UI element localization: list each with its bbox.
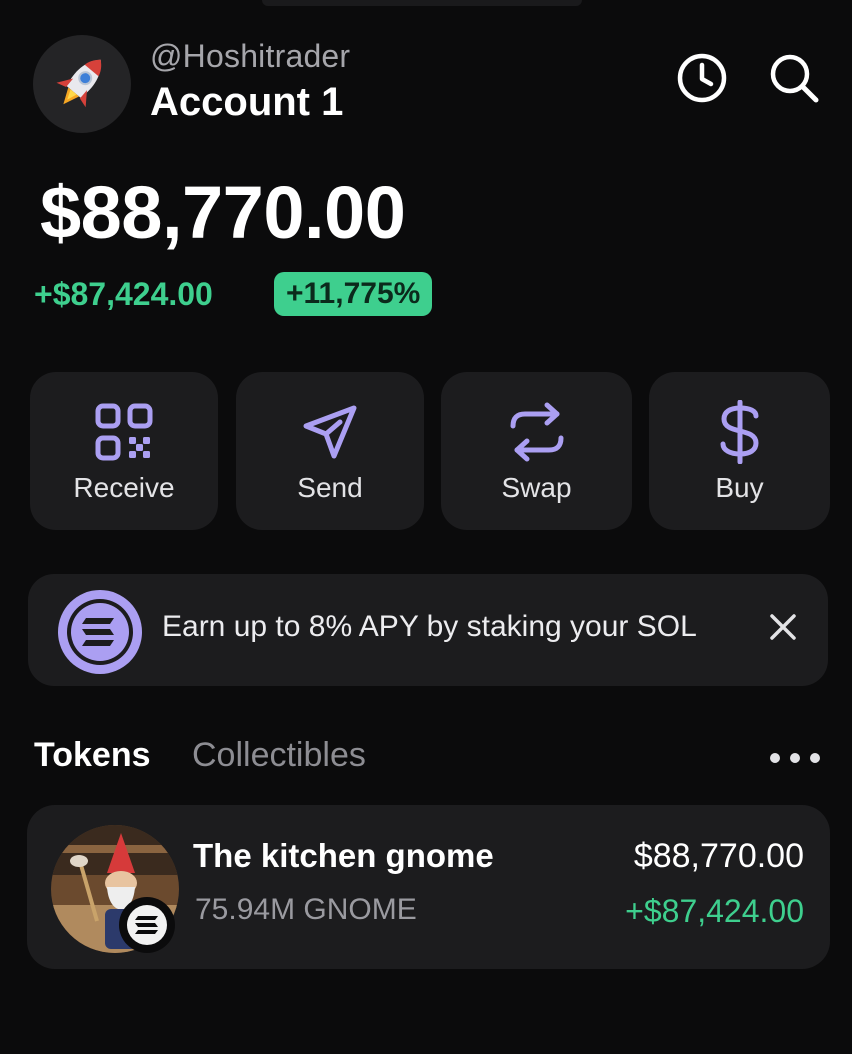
balance-change-percent-badge: +11,775% bbox=[274, 272, 433, 316]
solana-badge-icon bbox=[119, 897, 175, 953]
receive-label: Receive bbox=[73, 472, 175, 503]
search-button[interactable] bbox=[766, 52, 822, 108]
swap-label: Swap bbox=[501, 472, 572, 503]
buy-button[interactable]: Buy bbox=[649, 372, 830, 530]
device-notch bbox=[262, 0, 582, 6]
close-icon bbox=[768, 612, 798, 647]
token-change: +$87,424.00 bbox=[625, 893, 804, 929]
close-banner-button[interactable] bbox=[760, 606, 806, 652]
token-amount: 75.94M GNOME bbox=[195, 893, 417, 926]
swap-arrows-icon bbox=[505, 400, 569, 464]
tab-collectibles[interactable]: Collectibles bbox=[192, 736, 366, 775]
send-button[interactable]: Send bbox=[236, 372, 424, 530]
history-button[interactable] bbox=[674, 52, 730, 108]
tab-tokens[interactable]: Tokens bbox=[34, 736, 151, 775]
dot bbox=[770, 753, 780, 763]
dot bbox=[790, 753, 800, 763]
account-name[interactable]: Account 1 bbox=[150, 80, 343, 125]
dollar-icon bbox=[708, 400, 772, 464]
staking-promo-text: Earn up to 8% APY by staking your SOL bbox=[162, 610, 697, 643]
solana-logo-icon bbox=[56, 588, 144, 676]
qr-code-icon bbox=[92, 400, 156, 464]
wallet-home-screen: @Hoshitrader Account 1 $88,770.00 +$87,4… bbox=[0, 0, 852, 1054]
username: @Hoshitrader bbox=[150, 38, 351, 74]
balance-change-amount: +$87,424.00 bbox=[34, 276, 213, 312]
receive-button[interactable]: Receive bbox=[30, 372, 218, 530]
staking-promo-banner[interactable]: Earn up to 8% APY by staking your SOL bbox=[28, 574, 828, 686]
more-options-icon[interactable] bbox=[770, 748, 820, 768]
account-avatar[interactable] bbox=[33, 35, 131, 133]
token-value: $88,770.00 bbox=[633, 837, 804, 875]
search-icon bbox=[768, 52, 820, 109]
token-row[interactable]: The kitchen gnome 75.94M GNOME $88,770.0… bbox=[27, 805, 830, 969]
send-arrow-icon bbox=[298, 400, 362, 464]
token-name: The kitchen gnome bbox=[193, 837, 494, 874]
clock-icon bbox=[676, 52, 728, 109]
total-balance: $88,770.00 bbox=[40, 171, 406, 254]
send-label: Send bbox=[297, 472, 363, 503]
swap-button[interactable]: Swap bbox=[441, 372, 632, 530]
buy-label: Buy bbox=[715, 472, 764, 503]
dot bbox=[810, 753, 820, 763]
rocket-icon bbox=[49, 49, 115, 120]
